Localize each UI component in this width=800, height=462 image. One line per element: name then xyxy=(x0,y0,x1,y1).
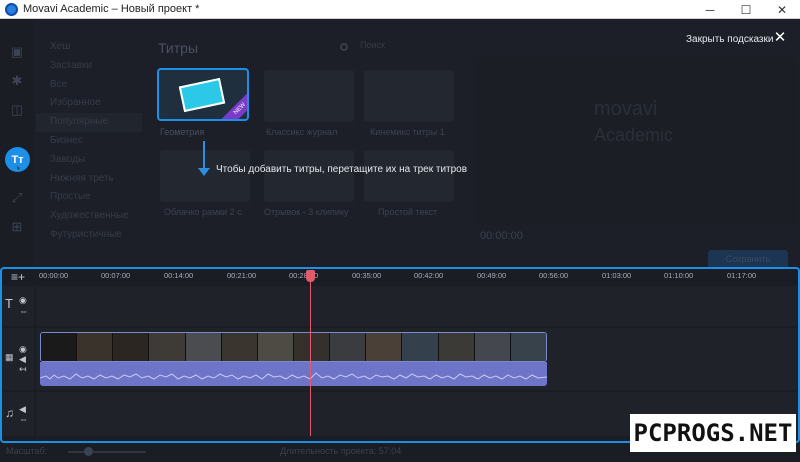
thumbnail-art xyxy=(178,77,226,113)
close-hints-icon[interactable]: ✕ xyxy=(772,30,788,46)
visibility-icon[interactable]: ◉ xyxy=(19,295,27,306)
thumbnail-label: Облачко рамки 2 с xyxy=(164,207,242,217)
video-clip[interactable] xyxy=(40,332,547,362)
zoom-slider[interactable] xyxy=(68,451,146,453)
maximize-button[interactable]: ☐ xyxy=(728,0,764,19)
effects-icon[interactable]: ✱ xyxy=(9,74,25,88)
category-item[interactable]: Избранное xyxy=(36,94,142,113)
hint-arrow-icon xyxy=(203,141,205,171)
clip-frame xyxy=(330,333,367,361)
category-item[interactable]: Нижняя треть xyxy=(36,170,142,189)
minimize-button[interactable]: ─ xyxy=(692,0,728,19)
title-track[interactable] xyxy=(36,286,798,326)
ruler-tick: 00:07:00 xyxy=(101,271,131,280)
ruler-tick: 00:49:00 xyxy=(477,271,507,280)
category-item[interactable]: Футуристичные xyxy=(36,226,142,245)
clip-frame xyxy=(438,333,475,361)
more-icon[interactable]: ⊞ xyxy=(9,220,25,234)
stickers-icon[interactable]: ◔ xyxy=(9,162,25,176)
title-thumbnail[interactable] xyxy=(364,70,454,122)
save-button[interactable]: Сохранить xyxy=(708,250,788,268)
app-window: Movavi Academic – Новый проект * ─ ☐ ✕ ▣… xyxy=(0,0,800,462)
waveform-graphic xyxy=(40,372,547,380)
clip-frame xyxy=(510,333,546,361)
preview-brand-sub: Academic xyxy=(594,125,674,145)
title-thumbnail[interactable] xyxy=(364,150,454,202)
thumbnail-label: Геометрия xyxy=(160,127,205,137)
thumbnail-label: Классикс журнал xyxy=(266,127,338,137)
window-controls: ─ ☐ ✕ xyxy=(692,0,800,19)
music-track-icon: ♫ xyxy=(5,406,14,420)
thumbnail-label: Кинемикс титры 1 xyxy=(370,127,445,137)
close-window-button[interactable]: ✕ xyxy=(764,0,800,19)
preview-timecode: 00:00:00 xyxy=(480,230,523,242)
title-thumbnail[interactable] xyxy=(160,150,250,202)
ruler-tick: 01:03:00 xyxy=(602,271,632,280)
category-item[interactable]: Бизнес xyxy=(36,132,142,151)
link-icon[interactable]: ⇔ xyxy=(19,414,28,424)
audio-waveform[interactable] xyxy=(40,362,547,386)
title-track-icon: T xyxy=(5,296,13,311)
watermark: PCPROGS.NET xyxy=(630,414,796,452)
zoom-slider-handle[interactable] xyxy=(84,447,93,456)
search-input[interactable]: Поиск xyxy=(360,40,460,56)
close-hints-link[interactable]: Закрыть подсказки xyxy=(686,34,773,45)
title-thumbnail[interactable] xyxy=(264,70,354,122)
clip-frame xyxy=(366,333,403,361)
thumbnail-label: Отрывок - 3 клипику xyxy=(264,207,349,217)
clip-frame xyxy=(402,333,439,361)
settings-icon[interactable] xyxy=(340,43,348,51)
ruler-tick: 00:56:00 xyxy=(539,271,569,280)
category-item[interactable]: Заводы xyxy=(36,151,142,170)
category-item[interactable]: Хеш xyxy=(36,38,142,57)
panel-title: Титры xyxy=(158,40,199,56)
clip-frame xyxy=(41,333,78,361)
link-icon[interactable]: ↤ xyxy=(19,364,27,375)
add-track-icon[interactable]: ≡+ xyxy=(11,270,25,284)
ruler-tick: 00:21:00 xyxy=(227,271,257,280)
video-track-icon: ▦ xyxy=(5,352,14,362)
window-title: Movavi Academic – Новый проект * xyxy=(23,3,200,15)
thumbnail-label: Простой текст xyxy=(378,207,438,217)
category-item[interactable]: Все xyxy=(36,76,142,95)
ruler-tick: 01:10:00 xyxy=(664,271,694,280)
category-item-selected[interactable]: Популярные xyxy=(36,113,142,132)
app-logo-icon xyxy=(5,2,18,16)
clip-frame xyxy=(221,333,258,361)
clip-frame xyxy=(77,333,114,361)
ruler-tick: 00:42:00 xyxy=(414,271,444,280)
clip-frame xyxy=(185,333,222,361)
clip-frame xyxy=(113,333,150,361)
playhead-line xyxy=(310,282,311,436)
project-duration: Длительность проекта: 57:04 xyxy=(280,446,402,456)
import-icon[interactable]: ▣ xyxy=(9,45,25,59)
category-list: Хеш Заставки Все Избранное Популярные Би… xyxy=(36,38,142,245)
title-bar: Movavi Academic – Новый проект * ─ ☐ ✕ xyxy=(0,0,800,19)
ruler-tick: 00:00:00 xyxy=(39,271,69,280)
clip-frame xyxy=(474,333,511,361)
clip-frame xyxy=(293,333,331,361)
transitions-icon[interactable]: ⤢ xyxy=(9,191,25,205)
title-thumbnail[interactable] xyxy=(264,150,354,202)
clip-frame xyxy=(257,333,294,361)
link-icon[interactable]: ⇔ xyxy=(19,306,28,316)
preview-brand: movavi xyxy=(594,98,658,120)
category-item[interactable]: Заставки xyxy=(36,57,142,76)
ruler-tick: 00:14:00 xyxy=(164,271,194,280)
new-badge: NEW xyxy=(220,89,247,119)
scale-label: Масштаб: xyxy=(6,446,48,456)
ruler-tick: 00:35:00 xyxy=(352,271,382,280)
ruler-tick: 01:17:00 xyxy=(727,271,757,280)
category-item[interactable]: Простые xyxy=(36,188,142,207)
playhead-handle[interactable] xyxy=(306,270,315,282)
filters-icon[interactable]: ◫ xyxy=(9,103,25,117)
clip-frame xyxy=(149,333,186,361)
hint-text: Чтобы добавить титры, перетащите их на т… xyxy=(216,164,468,175)
tool-sidebar: ▣ ✱ ◫ Tт ◔ ⤢ ⊞ xyxy=(0,19,34,267)
category-item[interactable]: Художественные xyxy=(36,207,142,226)
hint-arrow-head-icon xyxy=(198,168,210,176)
title-thumbnail-geometry[interactable]: NEW xyxy=(157,68,249,121)
